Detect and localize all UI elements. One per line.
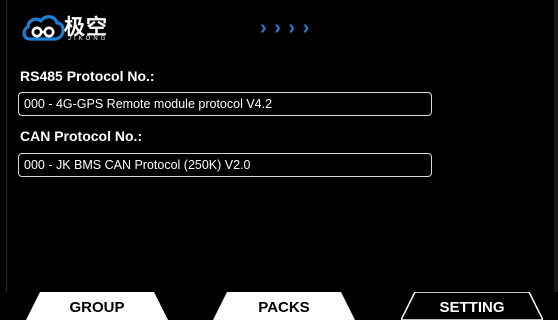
- tab-setting-label: SETTING: [439, 299, 505, 316]
- screen: 极空 JIKONG › › › › RS485 Protocol No.: 00…: [0, 0, 558, 320]
- tab-packs[interactable]: PACKS: [213, 292, 355, 320]
- tab-group[interactable]: GROUP: [26, 292, 168, 320]
- tab-group-label: GROUP: [69, 299, 125, 316]
- frame-right: [554, 0, 558, 292]
- tab-packs-label: PACKS: [258, 299, 310, 316]
- can-protocol-label: CAN Protocol No.:: [20, 128, 143, 144]
- rs485-protocol-field[interactable]: 000 - 4G-GPS Remote module protocol V4.2: [18, 92, 432, 116]
- tab-bar: GROUP PACKS SETTING: [0, 292, 558, 320]
- logo-text-en: JIKONG: [68, 36, 109, 42]
- cloud-logo-icon: [22, 15, 65, 41]
- header: 极空 JIKONG › › › ›: [6, 3, 554, 53]
- chevrons-icon: › › › ›: [260, 17, 311, 39]
- tab-setting[interactable]: SETTING: [401, 292, 543, 320]
- logo: 极空 JIKONG: [20, 11, 130, 45]
- can-protocol-field[interactable]: 000 - JK BMS CAN Protocol (250K) V2.0: [18, 153, 432, 177]
- rs485-protocol-label: RS485 Protocol No.:: [20, 68, 155, 84]
